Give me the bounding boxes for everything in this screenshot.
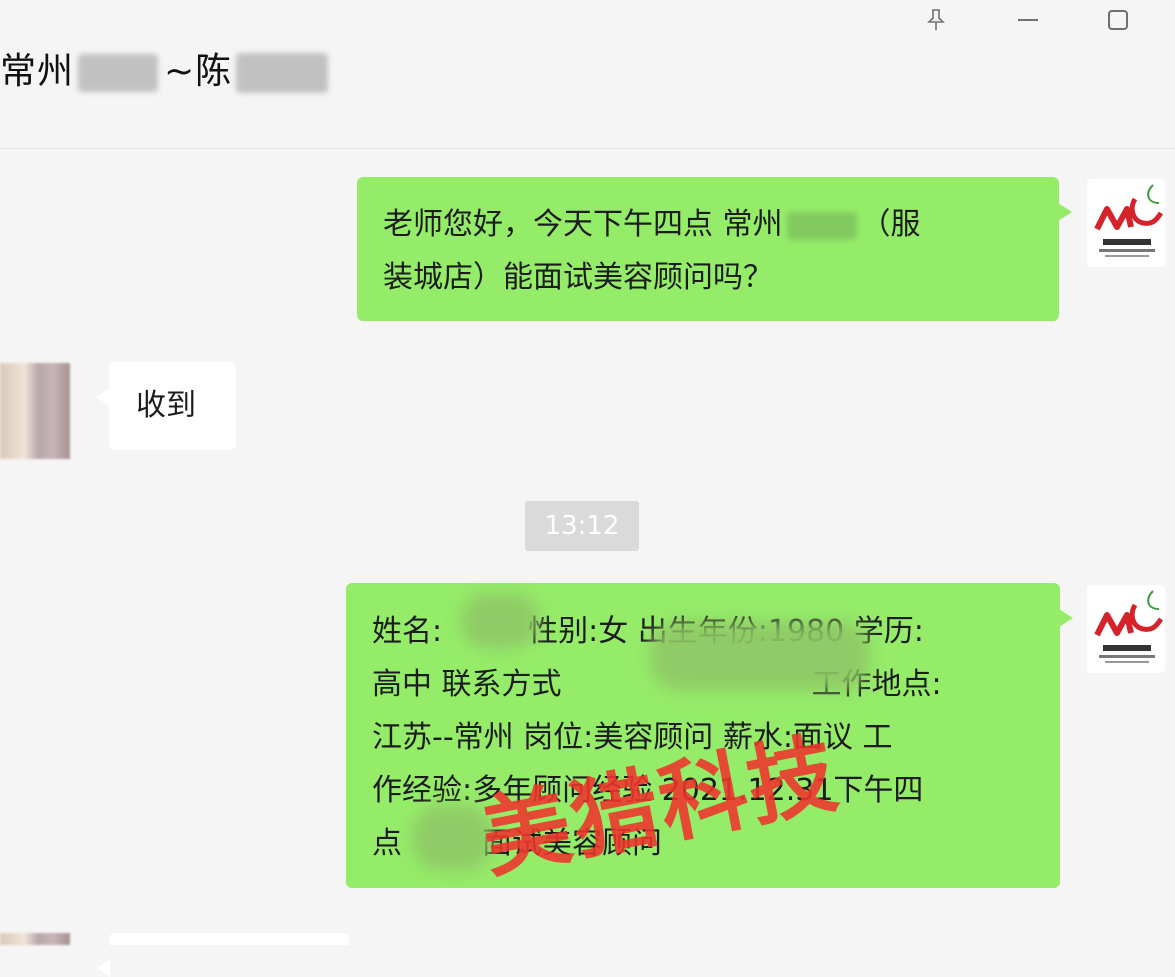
contact-avatar[interactable] xyxy=(0,933,70,945)
redacted-name xyxy=(78,54,159,92)
message-line: 装城店）能面试美容顾问吗？ xyxy=(383,260,773,295)
chat-title-prefix: 常州 xyxy=(0,51,75,92)
received-message-bubble[interactable]: 收到 xyxy=(96,362,236,450)
chat-title: 常州 ~陈 xyxy=(0,42,329,94)
meilie-logo-icon xyxy=(1094,184,1164,257)
sent-message-bubble[interactable]: 老师您好，今天下午四点 常州 （服 装城店）能面试美容顾问吗？ xyxy=(357,177,1072,321)
redacted-text xyxy=(460,593,540,649)
redacted-text xyxy=(650,621,870,691)
message-timestamp: 13:12 xyxy=(525,501,639,551)
maximize-icon[interactable] xyxy=(1098,4,1138,36)
meilie-logo-icon xyxy=(1094,590,1164,663)
redacted-text xyxy=(786,211,857,240)
minimize-icon[interactable] xyxy=(1008,4,1048,36)
received-message-bubble[interactable] xyxy=(96,933,349,977)
chat-title-middle: ~陈 xyxy=(164,51,233,92)
pin-icon[interactable] xyxy=(916,4,956,36)
message-list[interactable]: 老师您好，今天下午四点 常州 （服 装城店）能面试美容顾问吗？ 收到 13:12 … xyxy=(0,149,1175,977)
contact-avatar[interactable] xyxy=(0,363,70,459)
message-line: 老师您好，今天下午四点 常州 （服 xyxy=(383,207,921,242)
my-avatar[interactable] xyxy=(1087,585,1165,673)
my-avatar[interactable] xyxy=(1087,179,1165,267)
chat-header: 常州 ~陈 xyxy=(0,0,1175,149)
redacted-name xyxy=(236,53,329,93)
